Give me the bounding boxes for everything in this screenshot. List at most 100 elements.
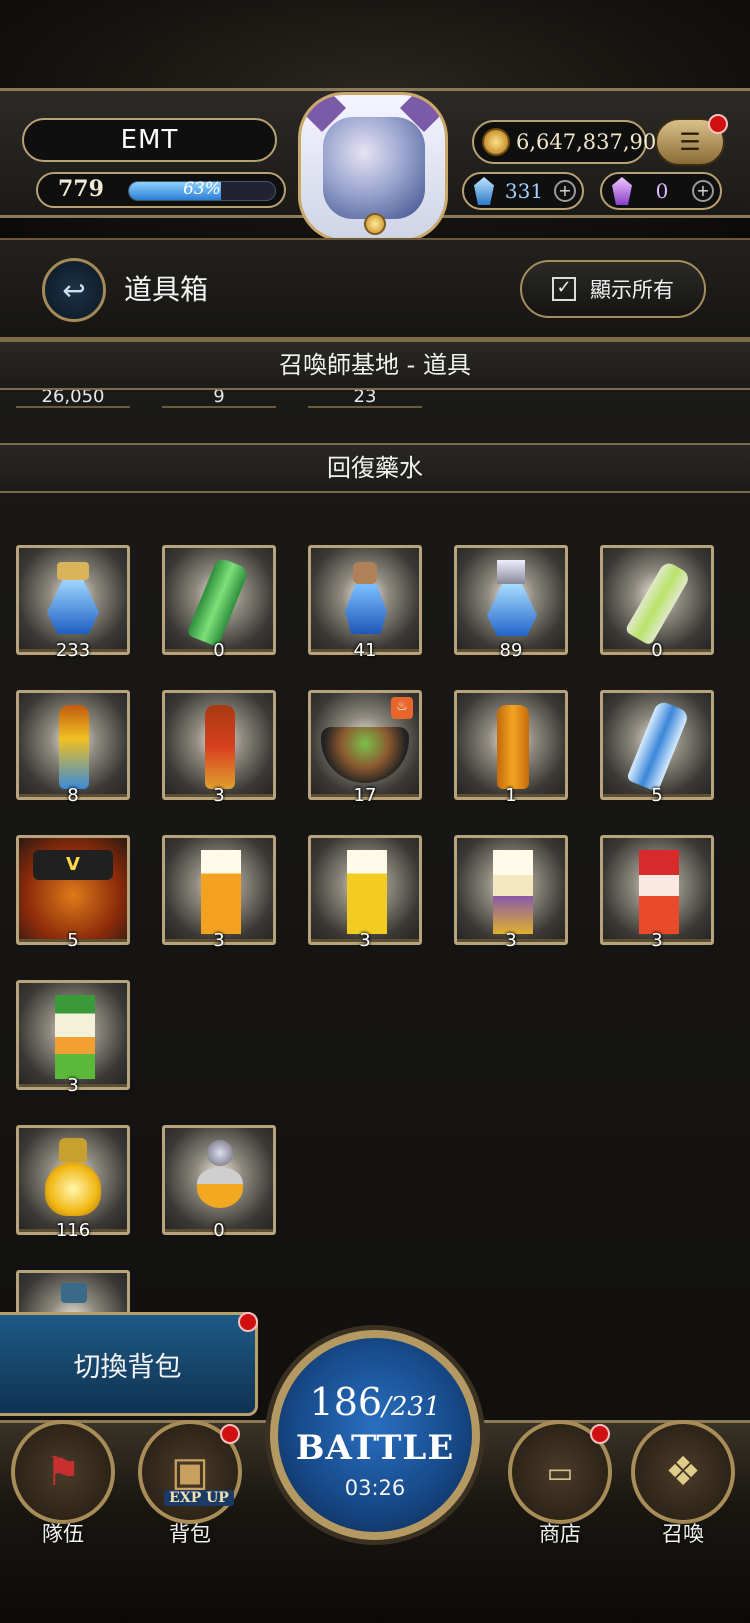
item-blue-potion-gold[interactable]: 233	[16, 545, 130, 661]
item-green-soda[interactable]: 0	[162, 545, 276, 661]
item-orange-tea-bottle[interactable]: 1	[454, 690, 568, 806]
add-purple-gem-button[interactable]: +	[692, 180, 714, 202]
item-yellow-tea-carton[interactable]: 3	[308, 835, 422, 951]
green-tea-bottle-icon	[624, 559, 692, 647]
nav-team-label: 隊伍	[42, 1522, 84, 1546]
shop-notification-dot	[590, 1424, 610, 1444]
item-count: 41	[353, 640, 377, 661]
item-count: 3	[213, 930, 225, 951]
nav-summon-label: 召喚	[662, 1522, 704, 1546]
item-tile	[308, 545, 422, 655]
gold-elixir-icon	[45, 1162, 101, 1216]
item-tile	[454, 835, 568, 945]
amber-elixir-icon	[197, 1168, 243, 1208]
item-blue-potion-silver[interactable]: 89	[454, 545, 568, 661]
bag-notification-dot	[220, 1424, 240, 1444]
checkbox-icon: ✓	[552, 277, 576, 301]
nav-shop-label: 商店	[539, 1522, 581, 1546]
purple-crystal-icon	[612, 177, 632, 205]
elixir-cap-icon	[59, 1138, 87, 1162]
lemon-tea-bottle-icon	[59, 705, 89, 789]
blue-potion-icon	[345, 584, 387, 634]
team-flag-icon: ⚑	[11, 1420, 115, 1524]
item-count: 5	[67, 930, 79, 951]
red-tea-bottle-icon	[205, 705, 235, 789]
show-all-button[interactable]: ✓ 顯示所有	[520, 260, 706, 318]
item-blue-potion-bronze[interactable]: 41	[308, 545, 422, 661]
item-apple-tea-carton[interactable]: 3	[600, 835, 714, 951]
blue-potion-icon	[47, 580, 99, 634]
menu-notification-dot	[708, 114, 728, 134]
player-avatar[interactable]	[298, 92, 448, 242]
hot-bowl-badge-icon: ♨	[391, 697, 413, 719]
item-tile	[454, 690, 568, 800]
purple-gem-counter: 0 +	[600, 172, 722, 210]
item-count: 17	[353, 785, 377, 806]
blue-gem-amount: 331	[504, 179, 544, 203]
item-tile: ♨	[308, 690, 422, 800]
item-count: 8	[67, 785, 79, 806]
top-status-bar: EMT 779 63% 6,647,837,908 ☰ 331 + 0 +	[0, 0, 750, 242]
tea-carton-icon	[639, 850, 679, 934]
summoner-item-count: 9	[162, 390, 276, 408]
item-tile	[16, 980, 130, 1090]
item-tile: V	[16, 835, 130, 945]
item-tile	[162, 1125, 276, 1235]
section-header-recovery: 回復藥水	[0, 443, 750, 493]
back-button[interactable]: ↩	[42, 258, 106, 322]
battle-button[interactable]: 186/231 BATTLE 03:26	[270, 1330, 480, 1540]
player-name: EMT	[22, 118, 277, 162]
item-lime-tea-carton[interactable]: 3	[16, 980, 130, 1096]
item-count: 0	[651, 640, 663, 661]
player-level: 779	[58, 176, 104, 202]
tea-carton-icon	[347, 850, 387, 934]
snack-bag-icon: V	[33, 850, 113, 880]
gold-amount: 6,647,837,908	[516, 130, 670, 154]
item-deep-water-bottle[interactable]: 5	[600, 690, 714, 806]
switch-bag-notification-dot	[238, 1312, 258, 1332]
item-tile	[600, 545, 714, 655]
exp-up-badge: EXP UP	[164, 1490, 234, 1506]
avatar-portrait	[323, 117, 425, 219]
item-tile	[308, 835, 422, 945]
item-count: 5	[651, 785, 663, 806]
item-gold-elixir[interactable]: 116	[16, 1125, 130, 1241]
item-tile	[162, 690, 276, 800]
item-lemon-tea-bottle[interactable]: 8	[16, 690, 130, 806]
purple-gem-amount: 0	[655, 179, 669, 203]
item-count: 3	[67, 1075, 79, 1096]
page-header: ↩ 道具箱 ✓ 顯示所有	[0, 238, 750, 340]
section-header-summoner-base: 召喚師基地 - 道具	[0, 340, 750, 390]
blue-crystal-icon	[474, 177, 494, 205]
add-blue-gem-button[interactable]: +	[554, 180, 576, 202]
item-count: 89	[499, 640, 523, 661]
hamburger-icon: ☰	[679, 128, 701, 156]
exp-percent: 63%	[183, 179, 221, 199]
stamina-max: /231	[382, 1392, 441, 1422]
orange-tea-bottle-icon	[497, 705, 529, 789]
green-bottle-icon	[186, 556, 250, 648]
nav-summon-button[interactable]: ❖ 召喚	[628, 1420, 738, 1548]
potion-cap-icon	[61, 1283, 87, 1303]
battle-label: BATTLE	[295, 1428, 455, 1468]
item-tile	[162, 835, 276, 945]
item-beef-noodle-bowl[interactable]: ♨ 17	[308, 690, 422, 806]
item-green-tea-bottle[interactable]: 0	[600, 545, 714, 661]
blue-potion-icon	[487, 584, 537, 636]
item-passion-tea-carton[interactable]: 3	[454, 835, 568, 951]
item-tile	[454, 545, 568, 655]
item-honey-tea-carton[interactable]: 3	[162, 835, 276, 951]
nav-team-button[interactable]: ⚑ 隊伍	[8, 1420, 118, 1548]
summoner-item-count: 26,050	[16, 390, 130, 408]
item-snack-bag[interactable]: V 5	[16, 835, 130, 951]
gold-counter: 6,647,837,908	[472, 120, 670, 164]
item-red-tea-bottle[interactable]: 3	[162, 690, 276, 806]
summon-card-icon: ❖	[631, 1420, 735, 1524]
item-count: 233	[55, 640, 91, 661]
water-bottle-icon	[626, 699, 690, 793]
item-tile	[16, 1125, 130, 1235]
switch-bag-button[interactable]: 切換背包	[0, 1312, 258, 1416]
item-count: 3	[651, 930, 663, 951]
item-amber-elixir[interactable]: 0	[162, 1125, 276, 1241]
tea-carton-icon	[493, 850, 533, 934]
